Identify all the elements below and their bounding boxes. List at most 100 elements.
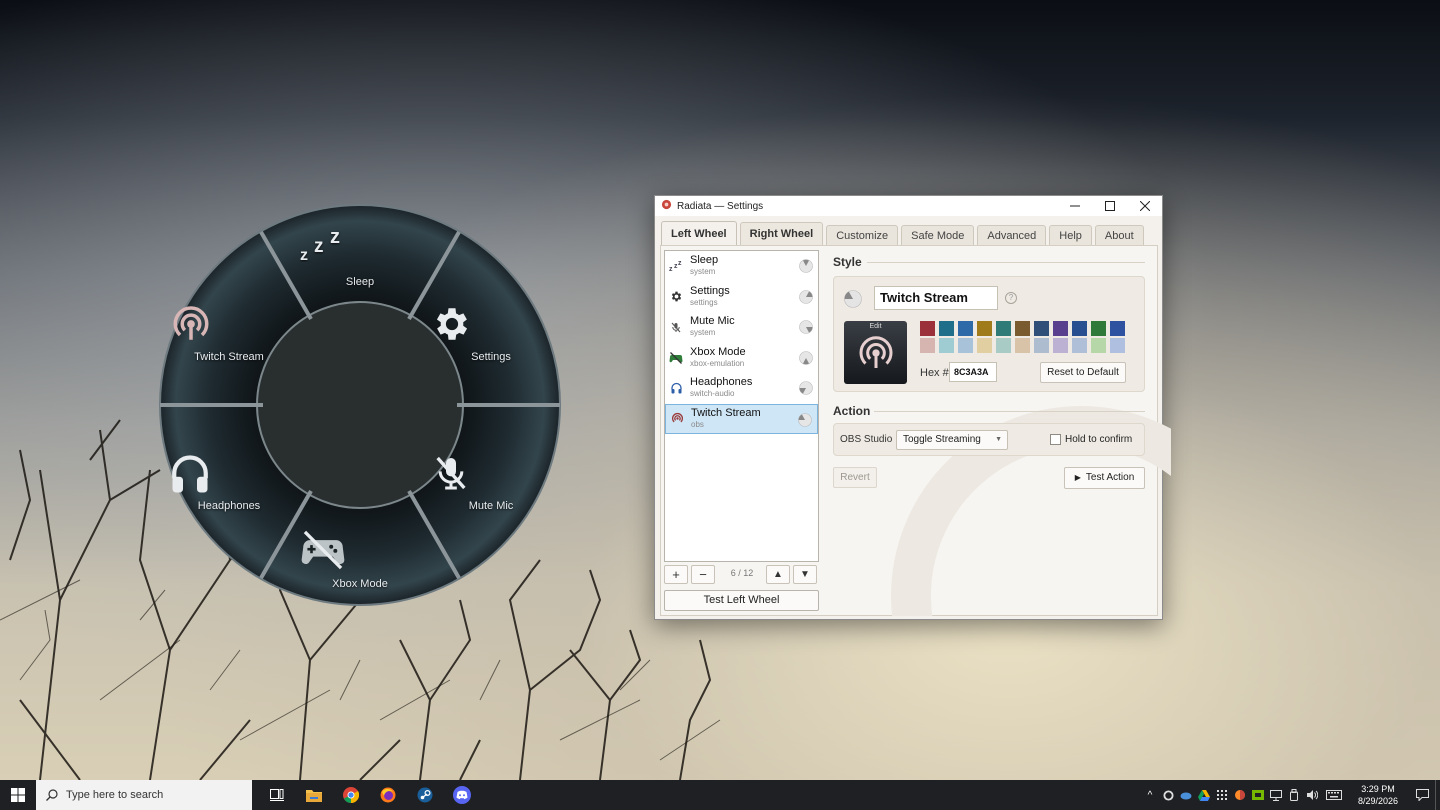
color-swatch[interactable] bbox=[977, 321, 992, 336]
tab-safe-mode[interactable]: Safe Mode bbox=[901, 225, 975, 246]
tab-left-wheel[interactable]: Left Wheel bbox=[661, 221, 737, 246]
tray-app-button[interactable] bbox=[1159, 780, 1177, 810]
test-action-button[interactable]: ▶ Test Action bbox=[1064, 467, 1145, 489]
color-swatch[interactable] bbox=[958, 338, 973, 353]
wheel-items-list[interactable]: zzz Sleep system Settings settings Mute Mi… bbox=[664, 250, 819, 562]
notification-icon bbox=[1415, 789, 1429, 801]
svg-text:z: z bbox=[300, 247, 308, 262]
wheel-item-xbox-mode[interactable]: Xbox Mode bbox=[300, 530, 420, 590]
move-up-button[interactable]: ▲ bbox=[766, 565, 790, 584]
help-icon[interactable]: ? bbox=[1005, 292, 1017, 304]
color-swatch[interactable] bbox=[1110, 338, 1125, 353]
task-view-button[interactable] bbox=[258, 780, 295, 810]
color-swatch[interactable] bbox=[939, 338, 954, 353]
color-swatch[interactable] bbox=[1053, 321, 1068, 336]
keyboard-icon bbox=[1326, 790, 1342, 800]
title-bar[interactable]: Radiata — Settings bbox=[655, 196, 1162, 216]
position-pie-icon bbox=[799, 350, 813, 365]
svg-text:z: z bbox=[330, 228, 340, 248]
tray-app-button[interactable] bbox=[1249, 780, 1267, 810]
color-swatch[interactable] bbox=[1091, 321, 1106, 336]
action-select[interactable]: Toggle Streaming ▼ bbox=[896, 430, 1008, 450]
wheel-item-twitch-stream[interactable]: Twitch Stream bbox=[169, 303, 289, 363]
tray-app-button[interactable] bbox=[1231, 780, 1249, 810]
color-swatch[interactable] bbox=[939, 321, 954, 336]
color-swatch[interactable] bbox=[920, 321, 935, 336]
tray-app-button[interactable] bbox=[1267, 780, 1285, 810]
minimize-button[interactable] bbox=[1057, 196, 1092, 216]
tray-app-button[interactable] bbox=[1321, 780, 1347, 810]
color-swatch[interactable] bbox=[920, 338, 935, 353]
color-swatch[interactable] bbox=[1072, 338, 1087, 353]
tab-help[interactable]: Help bbox=[1049, 225, 1092, 246]
remove-item-button[interactable]: − bbox=[691, 565, 715, 584]
color-swatch[interactable] bbox=[1015, 321, 1030, 336]
tab-advanced[interactable]: Advanced bbox=[977, 225, 1047, 246]
search-icon bbox=[46, 789, 58, 801]
move-down-button[interactable]: ▼ bbox=[793, 565, 817, 584]
wheel-item-headphones[interactable]: Headphones bbox=[169, 452, 289, 512]
color-swatch[interactable] bbox=[996, 338, 1011, 353]
play-icon: ▶ bbox=[1074, 473, 1081, 482]
tray-app-button[interactable] bbox=[1177, 780, 1195, 810]
color-swatch[interactable] bbox=[958, 321, 973, 336]
maximize-button[interactable] bbox=[1092, 196, 1127, 216]
color-swatch[interactable] bbox=[1034, 338, 1049, 353]
tray-app-button[interactable] bbox=[1303, 780, 1321, 810]
reset-to-default-button[interactable]: Reset to Default bbox=[1040, 362, 1126, 383]
firefox-button[interactable] bbox=[369, 780, 406, 810]
action-center-button[interactable] bbox=[1409, 780, 1435, 810]
tray-app-button[interactable] bbox=[1213, 780, 1231, 810]
taskbar-clock[interactable]: 3:29 PM 8/29/2026 bbox=[1347, 783, 1409, 807]
tray-app-button[interactable] bbox=[1195, 780, 1213, 810]
list-item-xbox-mode[interactable]: Xbox Mode xbox-emulation bbox=[665, 343, 818, 374]
wheel-item-label: Xbox Mode bbox=[332, 578, 388, 590]
style-heading: Style bbox=[833, 255, 862, 269]
icon-preview-edit-button[interactable]: Edit bbox=[844, 321, 907, 384]
taskbar-search-box[interactable]: Type here to search bbox=[36, 780, 252, 810]
list-item-mute-mic[interactable]: Mute Mic system bbox=[665, 312, 818, 343]
radial-wheel[interactable]: zzz Sleep Settings Mute Mic Xbox Mode He… bbox=[155, 200, 565, 610]
list-item-settings[interactable]: Settings settings bbox=[665, 282, 818, 313]
close-button[interactable] bbox=[1127, 196, 1162, 216]
start-button[interactable] bbox=[0, 780, 36, 810]
color-swatch[interactable] bbox=[996, 321, 1011, 336]
cloud-tray-icon bbox=[1180, 792, 1192, 800]
list-item-headphones[interactable]: Headphones switch-audio bbox=[665, 373, 818, 404]
style-panel: Twitch Stream ? Edit Hex # 8C3A3A Reset … bbox=[833, 276, 1145, 392]
hold-to-confirm-checkbox[interactable] bbox=[1050, 434, 1061, 445]
hold-to-confirm-label[interactable]: Hold to confirm bbox=[1065, 434, 1132, 445]
color-swatch[interactable] bbox=[1015, 338, 1030, 353]
color-swatch[interactable] bbox=[1110, 321, 1125, 336]
test-left-wheel-button[interactable]: Test Left Wheel bbox=[664, 590, 819, 611]
wheel-item-mute-mic[interactable]: Mute Mic bbox=[431, 452, 551, 512]
color-swatch[interactable] bbox=[1053, 338, 1068, 353]
tab-about[interactable]: About bbox=[1094, 225, 1144, 246]
steam-button[interactable] bbox=[406, 780, 443, 810]
color-swatch[interactable] bbox=[977, 338, 992, 353]
hex-color-input[interactable]: 8C3A3A bbox=[949, 362, 997, 382]
chrome-button[interactable] bbox=[332, 780, 369, 810]
list-item-sleep[interactable]: zzz Sleep system bbox=[665, 251, 818, 282]
file-explorer-button[interactable] bbox=[295, 780, 332, 810]
tab-customize[interactable]: Customize bbox=[826, 225, 899, 246]
wheel-item-settings[interactable]: Settings bbox=[431, 303, 551, 363]
show-hidden-icons-button[interactable]: ^ bbox=[1141, 780, 1159, 810]
show-desktop-button[interactable] bbox=[1435, 780, 1440, 810]
discord-button[interactable] bbox=[443, 780, 480, 810]
wheel-item-label: Twitch Stream bbox=[194, 351, 264, 363]
revert-button[interactable]: Revert bbox=[833, 467, 877, 488]
wheel-item-sleep[interactable]: zzz Sleep bbox=[300, 228, 420, 288]
tray-app-button[interactable] bbox=[1285, 780, 1303, 810]
section-divider bbox=[867, 262, 1145, 263]
radiata-tray-icon bbox=[1235, 790, 1245, 800]
item-name-input[interactable]: Twitch Stream bbox=[874, 286, 998, 310]
add-item-button[interactable]: + bbox=[664, 565, 688, 584]
color-swatch[interactable] bbox=[1091, 338, 1106, 353]
sleep-zzz-icon: zzz bbox=[669, 259, 683, 273]
app-logo-icon bbox=[661, 199, 672, 213]
color-swatch[interactable] bbox=[1072, 321, 1087, 336]
color-swatch[interactable] bbox=[1034, 321, 1049, 336]
tab-right-wheel[interactable]: Right Wheel bbox=[739, 222, 824, 246]
list-item-twitch-stream[interactable]: Twitch Stream obs bbox=[665, 403, 818, 434]
